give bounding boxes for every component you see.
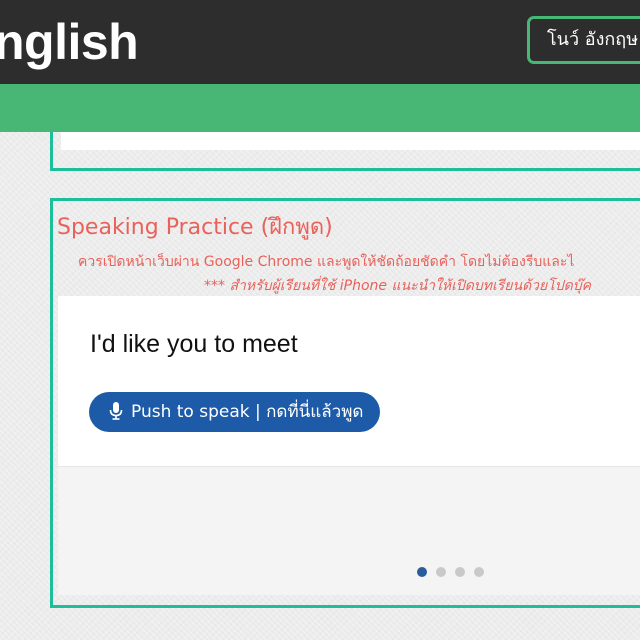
microphone-icon xyxy=(109,401,123,420)
pager-dot[interactable] xyxy=(455,567,465,577)
iphone-instruction-note: *** สำหรับผู้เรียนที่ใช้ iPhone แนะนำให้… xyxy=(204,278,591,294)
pager-dot[interactable] xyxy=(436,567,446,577)
pager-dot[interactable] xyxy=(417,567,427,577)
speaking-practice-title: Speaking Practice (ฝึกพูด) xyxy=(57,215,333,240)
header-bar: nglish โนว์ อังกฤษ xyxy=(0,0,640,84)
pager-dot[interactable] xyxy=(474,567,484,577)
slide-pager xyxy=(417,567,493,579)
phrase-slide xyxy=(58,296,640,466)
nav-bar xyxy=(0,84,640,132)
browser-instruction-note: ควรเปิดหน้าเว็บผ่าน Google Chrome และพูด… xyxy=(78,254,575,270)
push-to-speak-button[interactable]: Push to speak | กดที่นี่แล้วพูด xyxy=(89,392,380,432)
push-to-speak-label: Push to speak | กดที่นี่แล้วพูด xyxy=(131,402,364,422)
practice-phrase: I'd like you to meet xyxy=(90,330,298,358)
site-logo-text[interactable]: nglish xyxy=(0,12,139,72)
previous-section-content xyxy=(61,132,640,150)
course-menu-button[interactable]: โนว์ อังกฤษ xyxy=(527,16,640,64)
slide-footer xyxy=(58,466,640,595)
previous-section-card xyxy=(50,132,640,171)
